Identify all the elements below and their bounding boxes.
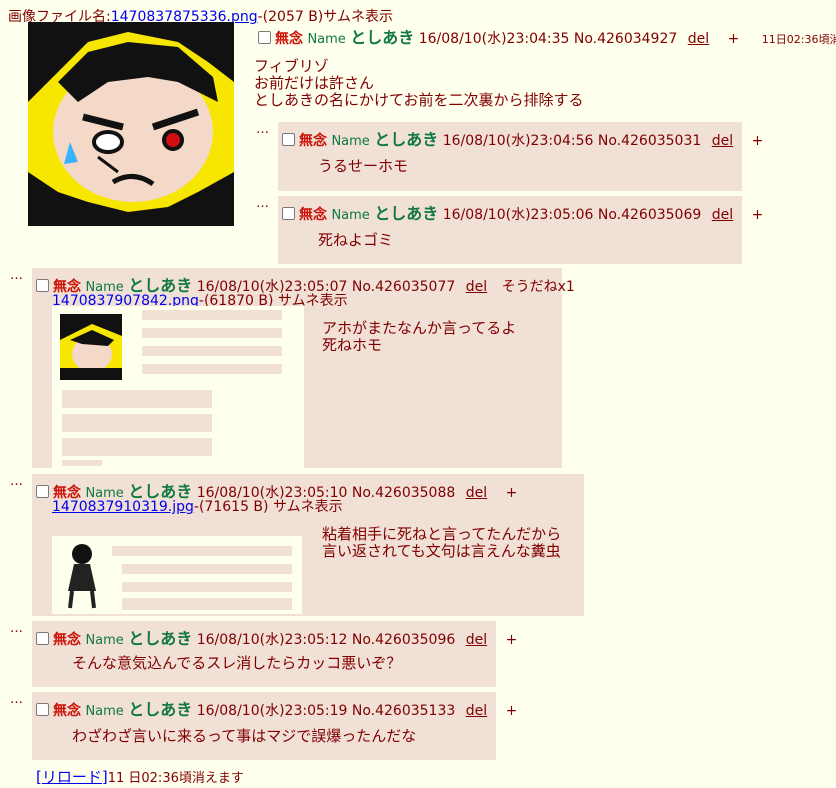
reply-body-line: そんな意気込んでるスレ消したらカッコ悪いぞ？ <box>72 654 402 672</box>
datetime: 16/08/10(水)23:05:06 <box>442 207 594 223</box>
username: としあき <box>374 130 439 149</box>
footer: [リロード]11 日02:36頃消えます <box>36 766 244 787</box>
reply-body: そんな意気込んでるスレ消したらカッコ悪いぞ？ <box>72 655 401 672</box>
reply-dots: … <box>10 268 24 283</box>
post-number[interactable]: No.426035133 <box>352 703 455 719</box>
reply-body-line: うるせーホモ <box>318 157 409 175</box>
reply-thumbnail-art <box>52 536 302 614</box>
username: としあき <box>128 629 193 648</box>
file-info: -(71615 B) サムネ表示 <box>193 499 343 515</box>
file-info: -(2057 B)サムネ表示 <box>257 9 393 25</box>
op-checkbox[interactable] <box>258 31 271 44</box>
reply-dots: … <box>10 474 24 489</box>
username: としあき <box>350 28 415 47</box>
reply-body-line: 粘着相手に死ねと言ってたんだから <box>322 525 562 543</box>
reply-body-line: アホがまたなんか言ってるよ <box>322 319 517 337</box>
post-number[interactable]: No.426035088 <box>352 485 455 501</box>
reply-body: 粘着相手に死ねと言ってたんだから 言い返されても文句は言えんな糞虫 <box>322 526 561 560</box>
op-body-line: としあきの名にかけてお前を二次裏から排除する <box>254 91 584 109</box>
del-link[interactable]: del <box>466 279 487 295</box>
plus-link[interactable]: + <box>506 485 518 501</box>
del-link[interactable]: del <box>466 485 487 501</box>
reply-body: うるせーホモ <box>318 158 408 175</box>
reply-checkbox[interactable] <box>282 207 295 220</box>
subject: 無念 <box>53 703 81 719</box>
op-thumbnail[interactable] <box>28 22 234 226</box>
name-label: Name <box>85 704 124 719</box>
del-link[interactable]: del <box>466 632 487 648</box>
reload-link[interactable]: [リロード] <box>36 768 108 786</box>
reply-checkbox[interactable] <box>36 632 49 645</box>
reply-meta: 無念 Name としあき 16/08/10(水)23:04:56 No.4260… <box>282 126 763 150</box>
op-body: フィブリゾ お前だけは許さん としあきの名にかけてお前を二次裏から排除する <box>254 58 584 109</box>
reply-body: わざわざ言いに来るって事はマジで誤爆ったんだな <box>72 728 416 745</box>
plus-link[interactable]: + <box>752 207 764 223</box>
name-label: Name <box>85 633 124 648</box>
reply-post: 無念 Name としあき 16/08/10(水)23:04:56 No.4260… <box>278 122 763 191</box>
datetime: 16/08/10(水)23:05:19 <box>196 703 348 719</box>
footer-expire: 11 日02:36頃消えます <box>107 771 244 786</box>
name-label: Name <box>331 208 370 223</box>
op-body-line: フィブリゾ <box>254 57 329 75</box>
reply-post: 無念 Name としあき 16/08/10(水)23:05:19 No.4260… <box>32 692 517 760</box>
reply-file-link[interactable]: 1470837910319.jpg <box>52 499 194 515</box>
datetime: 16/08/10(水)23:05:12 <box>196 632 348 648</box>
reply-dots: … <box>256 122 270 137</box>
del-link[interactable]: del <box>712 133 733 149</box>
reply-checkbox[interactable] <box>36 279 49 292</box>
datetime: 16/08/10(水)23:04:35 <box>418 31 570 47</box>
op-thumbnail-art <box>28 22 234 226</box>
del-link[interactable]: del <box>466 703 487 719</box>
reply-checkbox[interactable] <box>36 703 49 716</box>
subject: 無念 <box>299 207 327 223</box>
reply-body-line: 言い返されても文句は言えんな糞虫 <box>322 542 561 560</box>
reply-dots: … <box>10 621 24 636</box>
subject: 無念 <box>299 133 327 149</box>
op-meta: 無念 Name としあき 16/08/10(水)23:04:35 No.4260… <box>258 24 836 48</box>
expire-notice: 11日02:36頃消えます <box>761 33 836 46</box>
del-link[interactable]: del <box>688 31 709 47</box>
subject: 無念 <box>275 31 303 47</box>
reply-meta: 無念 Name としあき 16/08/10(水)23:05:06 No.4260… <box>282 200 763 224</box>
subject: 無念 <box>53 632 81 648</box>
plus-link[interactable]: + <box>506 703 518 719</box>
reply-thumbnail-art <box>52 306 304 468</box>
plus-link[interactable]: + <box>506 632 518 648</box>
post-number[interactable]: No.426035069 <box>598 207 701 223</box>
reply-body: アホがまたなんか言ってるよ 死ねホモ <box>322 320 516 354</box>
reply-body-line: わざわざ言いに来るって事はマジで誤爆ったんだな <box>72 727 417 745</box>
reply-body: 死ねよゴミ <box>318 232 393 249</box>
reply-post: 無念 Name としあき 16/08/10(水)23:05:12 No.4260… <box>32 621 517 687</box>
datetime: 16/08/10(水)23:04:56 <box>442 133 594 149</box>
reply-body-line: 死ねホモ <box>322 336 383 354</box>
post-number[interactable]: No.426035031 <box>598 133 701 149</box>
reply-thumbnail[interactable] <box>52 306 304 468</box>
plus-link[interactable]: + <box>728 31 740 47</box>
reply-post: 無念 Name としあき 16/08/10(水)23:05:07 No.4260… <box>32 268 575 468</box>
sodane-button[interactable]: そうだねx1 <box>502 279 575 295</box>
reply-dots: … <box>10 692 24 707</box>
reply-meta: 無念 Name としあき 16/08/10(水)23:05:12 No.4260… <box>36 625 517 649</box>
reply-meta: 無念 Name としあき 16/08/10(水)23:05:19 No.4260… <box>36 696 517 720</box>
reply-body-line: 死ねよゴミ <box>318 231 394 249</box>
post-number[interactable]: No.426035096 <box>352 632 455 648</box>
reply-post: 無念 Name としあき 16/08/10(水)23:05:10 No.4260… <box>32 474 584 616</box>
plus-link[interactable]: + <box>752 133 764 149</box>
username: としあき <box>374 204 439 223</box>
name-label: Name <box>331 134 370 149</box>
reply-checkbox[interactable] <box>282 133 295 146</box>
reply-post: 無念 Name としあき 16/08/10(水)23:05:06 No.4260… <box>278 196 763 264</box>
reply-thumbnail[interactable] <box>52 536 302 614</box>
name-label: Name <box>307 32 346 47</box>
post-number[interactable]: No.426034927 <box>574 31 677 47</box>
reply-file-line: 1470837910319.jpg-(71615 B) サムネ表示 <box>52 496 343 516</box>
reply-checkbox[interactable] <box>36 485 49 498</box>
op-body-line: お前だけは許さん <box>254 74 375 92</box>
username: としあき <box>128 700 193 719</box>
reply-dots: … <box>256 196 270 211</box>
del-link[interactable]: del <box>712 207 733 223</box>
post-number[interactable]: No.426035077 <box>352 279 455 295</box>
